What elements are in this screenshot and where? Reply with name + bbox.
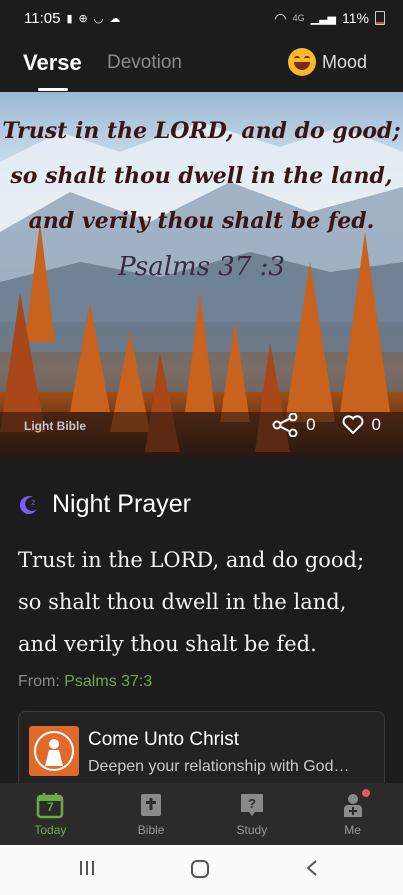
prayer-title: Night Prayer [52, 490, 191, 518]
study-icon: ? [240, 794, 263, 816]
plan-card[interactable]: Come Unto Christ Deepen your relationshi… [18, 711, 385, 793]
back-icon [306, 860, 317, 876]
share-count: 0 [306, 415, 316, 434]
moon-icon: z [19, 495, 37, 514]
plan-thumbnail [29, 726, 79, 776]
battery-icon [375, 11, 385, 25]
recent-apps-button[interactable] [78, 859, 96, 883]
bottom-navigation: 7 Today Bible ? Study Me [0, 783, 403, 845]
home-button[interactable] [190, 859, 210, 885]
like-count: 0 [371, 415, 381, 434]
status-icons: ▮ ⊕ ◡ ☁ [66, 12, 120, 25]
crosshair-icon: ⊕ [78, 12, 88, 25]
prayer-text: Trust in the LORD, and do good; so shalt… [18, 548, 365, 656]
prayer-section: z Night Prayer Trust in the LORD, and do… [18, 490, 388, 691]
app-watermark: Light Bible [24, 419, 86, 433]
cloud-icon: ☁ [109, 12, 121, 25]
heart-icon [342, 415, 363, 435]
tab-active-indicator [38, 88, 68, 91]
share-icon [272, 413, 298, 437]
verse-image[interactable]: Trust in the LORD, and do good; so shalt… [0, 92, 403, 457]
plan-subtitle: Deepen your relationship with God… [88, 758, 350, 775]
nav-today[interactable]: 7 Today [0, 783, 101, 845]
top-tabs: Verse Devotion Mood [0, 36, 403, 92]
status-bar: 11:05 ▮ ⊕ ◡ ☁ ◠ 4G ▁▃▅ 11% [0, 0, 403, 36]
from-label: From: [18, 673, 60, 690]
verse-line-2: so shalt thou dwell in the land, [10, 163, 393, 189]
verse-line-3: and verily thou shalt be fed. [28, 208, 375, 234]
share-button[interactable]: 0 [272, 413, 316, 437]
prayer-heading: z Night Prayer [18, 490, 388, 519]
nav-bible[interactable]: Bible [101, 783, 202, 845]
nav-bible-label: Bible [137, 823, 165, 837]
verse-line-1: Trust in the LORD, and do good; [2, 118, 401, 144]
back-button[interactable] [305, 859, 319, 883]
source-reference-link[interactable]: Psalms 37:3 [64, 673, 152, 690]
notification-dot [361, 789, 370, 797]
system-navigation-bar [0, 845, 403, 895]
wifi-icon: ◠ [274, 9, 287, 26]
notification-icon: ▮ [66, 12, 73, 25]
svg-text:z: z [31, 498, 35, 507]
nav-me-label: Me [344, 823, 361, 837]
tab-devotion[interactable]: Devotion [107, 52, 182, 74]
nav-me[interactable]: Me [302, 783, 403, 845]
mood-button[interactable]: Mood [287, 48, 367, 76]
verse-reference: Psalms 37 :3 [118, 252, 285, 282]
signal-icon: ▁▃▅ [310, 12, 337, 25]
mood-label: Mood [321, 51, 367, 72]
svg-text:?: ? [248, 796, 256, 811]
nav-study-label: Study [236, 823, 268, 837]
battery-percent: 11% [342, 10, 369, 26]
prayer-source: From: Psalms 37:3 [18, 673, 388, 691]
tab-verse[interactable]: Verse [23, 50, 82, 76]
hero-actions: 0 0 [272, 413, 381, 437]
status-time: 11:05 [24, 9, 61, 27]
recents-icon [80, 861, 94, 875]
bible-icon [141, 794, 162, 816]
home-icon [191, 860, 209, 878]
status-right: ◠ 4G ▁▃▅ 11% [274, 10, 385, 27]
laughing-emoji-icon [287, 48, 316, 76]
nav-today-label: Today [34, 823, 67, 837]
network-label: 4G [292, 13, 305, 23]
app-notification-icon: ◡ [93, 12, 104, 25]
plan-title: Come Unto Christ [88, 729, 239, 750]
nav-study[interactable]: ? Study [202, 783, 303, 845]
today-date: 7 [47, 800, 54, 814]
like-button[interactable]: 0 [342, 415, 381, 435]
